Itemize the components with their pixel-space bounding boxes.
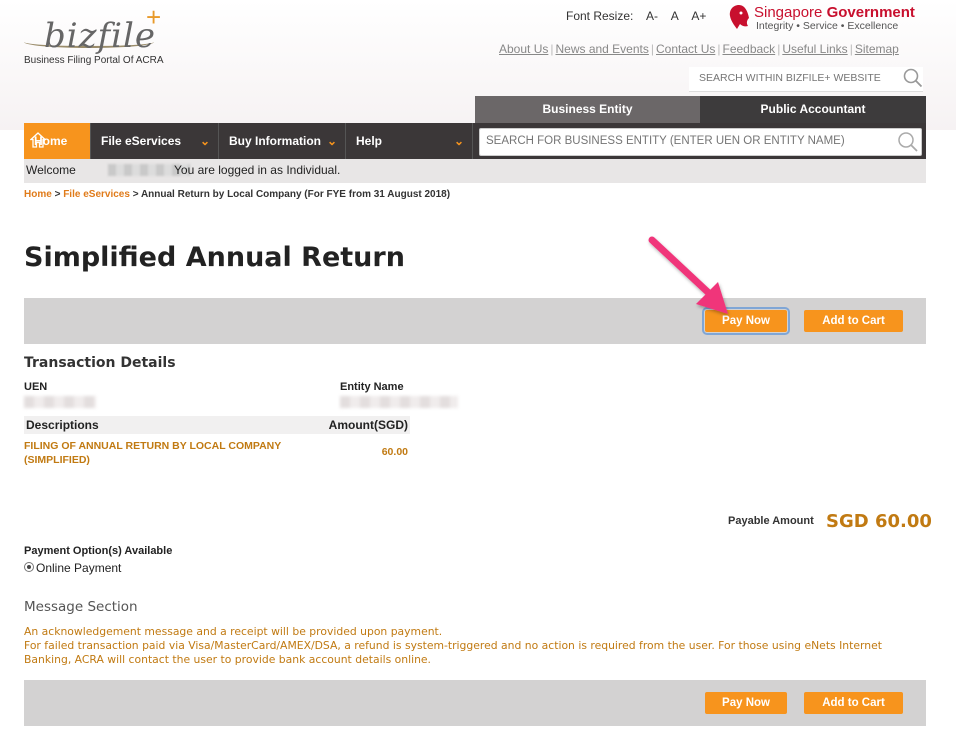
- lion-head-icon: [729, 5, 749, 29]
- descriptions-header: Descriptions: [26, 418, 99, 432]
- gov-name: Singapore Government: [754, 4, 915, 21]
- site-search: [689, 67, 923, 92]
- pay-now-button[interactable]: Pay Now: [705, 692, 787, 714]
- radio-selected-icon[interactable]: [24, 562, 34, 572]
- chevron-down-icon: ⌄: [199, 134, 210, 148]
- link-about-us[interactable]: About Us: [499, 42, 548, 56]
- page-title: Simplified Annual Return: [24, 242, 405, 273]
- breadcrumb-file-eservices[interactable]: File eServices: [63, 189, 130, 200]
- link-useful-links[interactable]: Useful Links: [782, 42, 847, 56]
- descriptions-table-header: Descriptions Amount(SGD): [24, 416, 410, 434]
- font-decrease-button[interactable]: A-: [646, 9, 658, 23]
- font-normal-button[interactable]: A: [671, 9, 679, 23]
- payable-amount-label: Payable Amount: [728, 515, 814, 527]
- entity-search-input[interactable]: [484, 134, 888, 148]
- top-links: About Us | News and Events | Contact Us | Feed…: [499, 42, 899, 56]
- message-line: For failed transaction paid via Visa/Mas…: [24, 639, 882, 666]
- font-resize: Font Resize: A- A A+: [566, 9, 716, 23]
- divider: |: [777, 42, 781, 56]
- breadcrumb-current: Annual Return by Local Company (For FYE …: [140, 189, 451, 200]
- nav-home-label: Home: [34, 134, 68, 148]
- payable-amount-value: SGD 60.00: [826, 511, 932, 532]
- breadcrumb: Home > File eServices > Annual Return by…: [24, 189, 450, 200]
- gov-tagline: Integrity • Service • Excellence: [756, 20, 899, 32]
- item-description: FILING OF ANNUAL RETURN BY LOCAL COMPANY…: [24, 440, 282, 466]
- logo-tagline: Business Filing Portal Of ACRA: [24, 55, 164, 66]
- breadcrumb-separator: >: [54, 189, 64, 200]
- logo-plus: +: [146, 2, 162, 32]
- gov-name-part1: Singapore: [754, 4, 823, 21]
- link-sitemap[interactable]: Sitemap: [855, 42, 899, 56]
- add-to-cart-button[interactable]: Add to Cart: [804, 310, 903, 332]
- message-text: An acknowledgement message and a receipt…: [24, 625, 924, 667]
- divider: |: [849, 42, 853, 56]
- gov-name-part2: Government: [826, 4, 915, 21]
- divider: |: [550, 42, 554, 56]
- redacted-entity-name: [340, 396, 458, 408]
- chevron-down-icon: ⌄: [453, 134, 464, 148]
- font-increase-button[interactable]: A+: [691, 9, 706, 23]
- nav-home[interactable]: Home: [24, 123, 91, 159]
- link-contact-us[interactable]: Contact Us: [656, 42, 715, 56]
- welcome-label: Welcome: [26, 163, 76, 177]
- nav-buy-information-label: Buy Information: [229, 134, 321, 148]
- tab-business-entity[interactable]: Business Entity: [475, 96, 700, 123]
- nav-buy-information[interactable]: Buy Information ⌄: [219, 123, 346, 159]
- nav-file-eservices-label: File eServices: [101, 134, 182, 148]
- link-feedback[interactable]: Feedback: [722, 42, 775, 56]
- payment-options-label: Payment Option(s) Available: [24, 545, 173, 557]
- welcome-bar: Welcome You are logged in as Individual.: [24, 159, 926, 183]
- amount-header: Amount(SGD): [328, 418, 408, 432]
- online-payment-label: Online Payment: [36, 561, 122, 575]
- login-status: You are logged in as Individual.: [174, 163, 341, 177]
- action-bar-top: Pay Now Add to Cart: [24, 298, 926, 344]
- entity-type-tabs: Business Entity Public Accountant: [475, 96, 926, 123]
- divider: |: [717, 42, 721, 56]
- logo-text: bizfile: [44, 16, 157, 56]
- uen-label: UEN: [24, 381, 48, 393]
- entity-name-label: Entity Name: [340, 381, 404, 393]
- divider: |: [650, 42, 654, 56]
- breadcrumb-separator: >: [132, 189, 141, 200]
- site-search-input[interactable]: [697, 71, 891, 85]
- nav-help-label: Help: [356, 134, 383, 148]
- nav-help[interactable]: Help ⌄: [346, 123, 473, 159]
- tab-public-accountant[interactable]: Public Accountant: [700, 96, 926, 123]
- add-to-cart-button[interactable]: Add to Cart: [804, 692, 903, 714]
- pay-now-button[interactable]: Pay Now: [702, 307, 790, 335]
- nav-file-eservices[interactable]: File eServices ⌄: [91, 123, 219, 159]
- entity-search: [479, 128, 922, 156]
- chevron-down-icon: ⌄: [326, 134, 337, 148]
- transaction-details-heading: Transaction Details: [24, 355, 176, 371]
- search-icon[interactable]: [903, 68, 923, 88]
- online-payment-option[interactable]: Online Payment: [24, 561, 121, 575]
- breadcrumb-home[interactable]: Home: [24, 189, 52, 200]
- message-section-title: Message Section: [24, 599, 138, 615]
- redacted-uen: [24, 396, 96, 408]
- item-amount: 60.00: [381, 446, 408, 458]
- search-icon[interactable]: [897, 131, 919, 153]
- link-news-events[interactable]: News and Events: [555, 42, 648, 56]
- action-bar-bottom: Pay Now Add to Cart: [24, 680, 926, 726]
- message-line: An acknowledgement message and a receipt…: [24, 625, 443, 638]
- singapore-government-logo[interactable]: Singapore Government Integrity • Service…: [728, 4, 928, 34]
- font-resize-label: Font Resize:: [566, 9, 634, 23]
